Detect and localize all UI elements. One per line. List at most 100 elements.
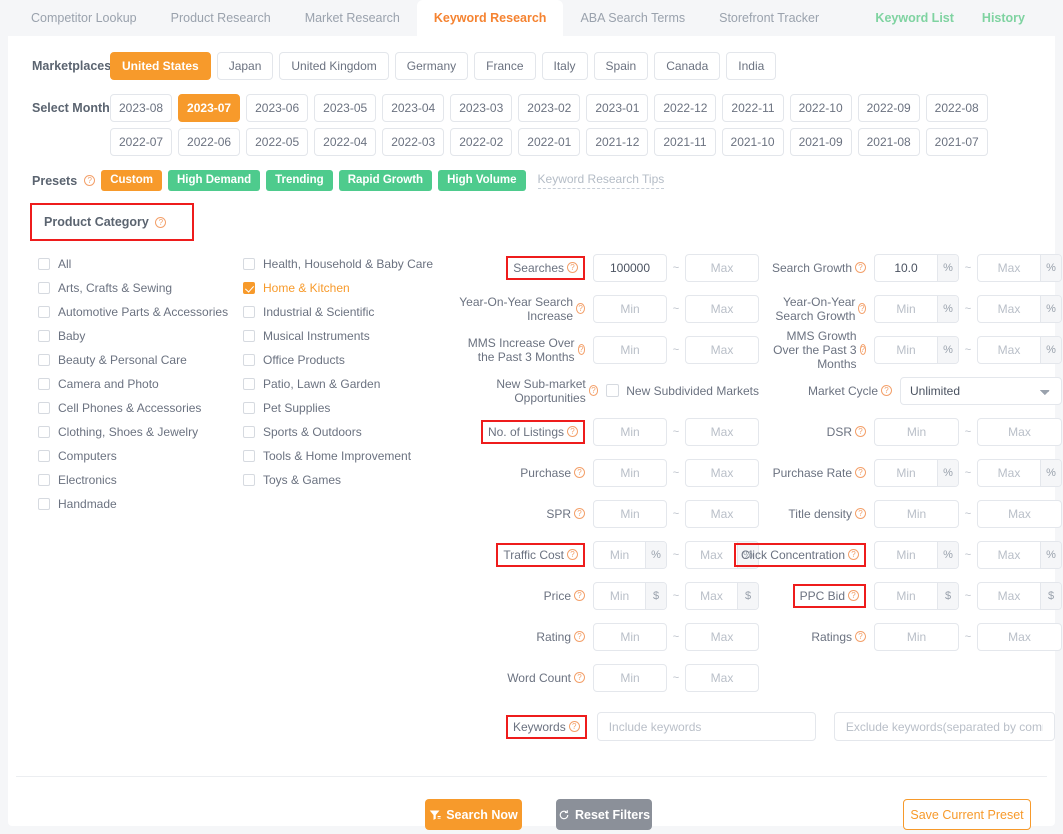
mms-increase-3m-min-input[interactable]	[594, 336, 666, 363]
title-density-max-input[interactable]	[978, 500, 1061, 527]
checkbox-icon[interactable]	[38, 306, 50, 318]
checkbox-icon[interactable]	[606, 384, 620, 397]
category-industrial-scientific[interactable]: Industrial & Scientific	[243, 301, 448, 323]
marketplace-japan[interactable]: Japan	[216, 52, 274, 80]
price-max-input[interactable]	[686, 582, 737, 609]
tab-storefront-tracker[interactable]: Storefront Tracker	[702, 0, 836, 36]
help-icon-price[interactable]: ?	[574, 590, 585, 601]
category-pet-supplies[interactable]: Pet Supplies	[243, 397, 448, 419]
category-arts-crafts-sewing[interactable]: Arts, Crafts & Sewing	[38, 277, 243, 299]
tab-competitor-lookup[interactable]: Competitor Lookup	[14, 0, 154, 36]
help-icon-dsr[interactable]: ?	[855, 426, 866, 437]
category-clothing-shoes-jewelry[interactable]: Clothing, Shoes & Jewelry	[38, 421, 243, 443]
checkbox-icon[interactable]	[243, 306, 255, 318]
preset-high-demand[interactable]: High Demand	[168, 170, 261, 191]
keyword-research-tips-link[interactable]: Keyword Research Tips	[537, 172, 665, 189]
help-icon-searches[interactable]: ?	[567, 262, 578, 273]
include-keywords-input[interactable]	[596, 712, 816, 741]
purchase-rate-min-input[interactable]	[875, 459, 937, 486]
month-2021-09[interactable]: 2021-09	[789, 128, 852, 156]
checkbox-icon[interactable]	[243, 354, 255, 366]
purchase-rate-max-wrap[interactable]: %	[977, 458, 1062, 487]
word-count-min-input[interactable]	[594, 664, 666, 691]
price-max-wrap[interactable]: $	[685, 581, 759, 610]
category-camera-and-photo[interactable]: Camera and Photo	[38, 373, 243, 395]
help-icon-search-growth[interactable]: ?	[855, 262, 866, 273]
traffic-cost-max-input[interactable]	[686, 541, 737, 568]
mms-growth-3m-min-input[interactable]	[875, 336, 937, 363]
yoy-search-increase-min-wrap[interactable]	[593, 294, 667, 323]
help-icon-mms-increase-3m[interactable]: ?	[577, 344, 585, 355]
help-icon-ppc-bid[interactable]: ?	[848, 590, 859, 601]
category-beauty-personal-care[interactable]: Beauty & Personal Care	[38, 349, 243, 371]
checkbox-icon[interactable]	[38, 426, 50, 438]
category-home-kitchen[interactable]: Home & Kitchen	[243, 277, 448, 299]
traffic-cost-min-input[interactable]	[594, 541, 645, 568]
help-icon-presets[interactable]: ?	[84, 175, 96, 186]
yoy-search-increase-max-wrap[interactable]	[685, 294, 759, 323]
click-concentration-max-wrap[interactable]: %	[977, 540, 1062, 569]
checkbox-icon[interactable]	[243, 450, 255, 462]
marketplace-spain[interactable]: Spain	[593, 52, 649, 80]
title-density-min-input[interactable]	[875, 500, 958, 527]
history-link[interactable]: History	[968, 0, 1039, 36]
marketplace-italy[interactable]: Italy	[541, 52, 588, 80]
purchase-min-wrap[interactable]	[593, 458, 667, 487]
no-of-listings-min-input[interactable]	[594, 418, 666, 445]
month-2022-12[interactable]: 2022-12	[654, 94, 717, 122]
search-growth-min-wrap[interactable]: %	[874, 253, 959, 282]
category-computers[interactable]: Computers	[38, 445, 243, 467]
help-icon-purchase-rate[interactable]: ?	[855, 467, 866, 478]
word-count-max-input[interactable]	[686, 664, 758, 691]
help-icon-title-density[interactable]: ?	[855, 508, 866, 519]
title-density-min-wrap[interactable]	[874, 499, 959, 528]
month-2022-01[interactable]: 2022-01	[518, 128, 581, 156]
rating-min-wrap[interactable]	[593, 622, 667, 651]
month-2023-02[interactable]: 2023-02	[518, 94, 581, 122]
yoy-search-growth-max-wrap[interactable]: %	[977, 294, 1062, 323]
search-growth-max-input[interactable]	[978, 254, 1040, 281]
checkbox-icon[interactable]	[243, 426, 255, 438]
month-2022-09[interactable]: 2022-09	[857, 94, 920, 122]
month-2023-07[interactable]: 2023-07	[178, 94, 241, 122]
preset-rapid-growth[interactable]: Rapid Growth	[338, 170, 433, 191]
month-2021-07[interactable]: 2021-07	[925, 128, 988, 156]
yoy-search-growth-max-input[interactable]	[978, 295, 1040, 322]
spr-min-input[interactable]	[594, 500, 666, 527]
searches-max-input-wrap[interactable]	[685, 253, 759, 282]
tab-aba-search-terms[interactable]: ABA Search Terms	[563, 0, 702, 36]
traffic-cost-min-wrap[interactable]: %	[593, 540, 667, 569]
purchase-max-wrap[interactable]	[685, 458, 759, 487]
category-baby[interactable]: Baby	[38, 325, 243, 347]
month-2022-08[interactable]: 2022-08	[925, 94, 988, 122]
checkbox-icon[interactable]	[38, 258, 50, 270]
yoy-search-growth-min-wrap[interactable]: %	[874, 294, 959, 323]
month-2023-01[interactable]: 2023-01	[586, 94, 649, 122]
checkbox-icon[interactable]	[38, 378, 50, 390]
category-toys-games[interactable]: Toys & Games	[243, 469, 448, 491]
rating-max-wrap[interactable]	[685, 622, 759, 651]
checkbox-icon[interactable]	[38, 450, 50, 462]
marketplace-france[interactable]: France	[474, 52, 536, 80]
help-icon-no-of-listings[interactable]: ?	[567, 426, 578, 437]
word-count-min-wrap[interactable]	[593, 663, 667, 692]
category-patio-lawn-garden[interactable]: Patio, Lawn & Garden	[243, 373, 448, 395]
purchase-rate-min-wrap[interactable]: %	[874, 458, 959, 487]
month-2023-04[interactable]: 2023-04	[382, 94, 445, 122]
yoy-search-increase-max-input[interactable]	[686, 295, 758, 322]
ratings-max-input[interactable]	[978, 623, 1061, 650]
preset-custom[interactable]: Custom	[101, 170, 162, 191]
month-2021-12[interactable]: 2021-12	[586, 128, 649, 156]
month-2021-11[interactable]: 2021-11	[654, 128, 716, 156]
tab-product-research[interactable]: Product Research	[154, 0, 288, 36]
marketplace-india[interactable]: India	[726, 52, 777, 80]
month-2022-03[interactable]: 2022-03	[382, 128, 445, 156]
category-office-products[interactable]: Office Products	[243, 349, 448, 371]
save-current-preset-button[interactable]: Save Current Preset	[903, 799, 1031, 830]
category-tools-home-improvement[interactable]: Tools & Home Improvement	[243, 445, 448, 467]
spr-max-wrap[interactable]	[685, 499, 759, 528]
checkbox-icon[interactable]	[38, 330, 50, 342]
help-icon-product-category[interactable]: ?	[155, 217, 167, 228]
searches-max-input[interactable]	[686, 254, 758, 281]
marketplace-germany[interactable]: Germany	[394, 52, 469, 80]
